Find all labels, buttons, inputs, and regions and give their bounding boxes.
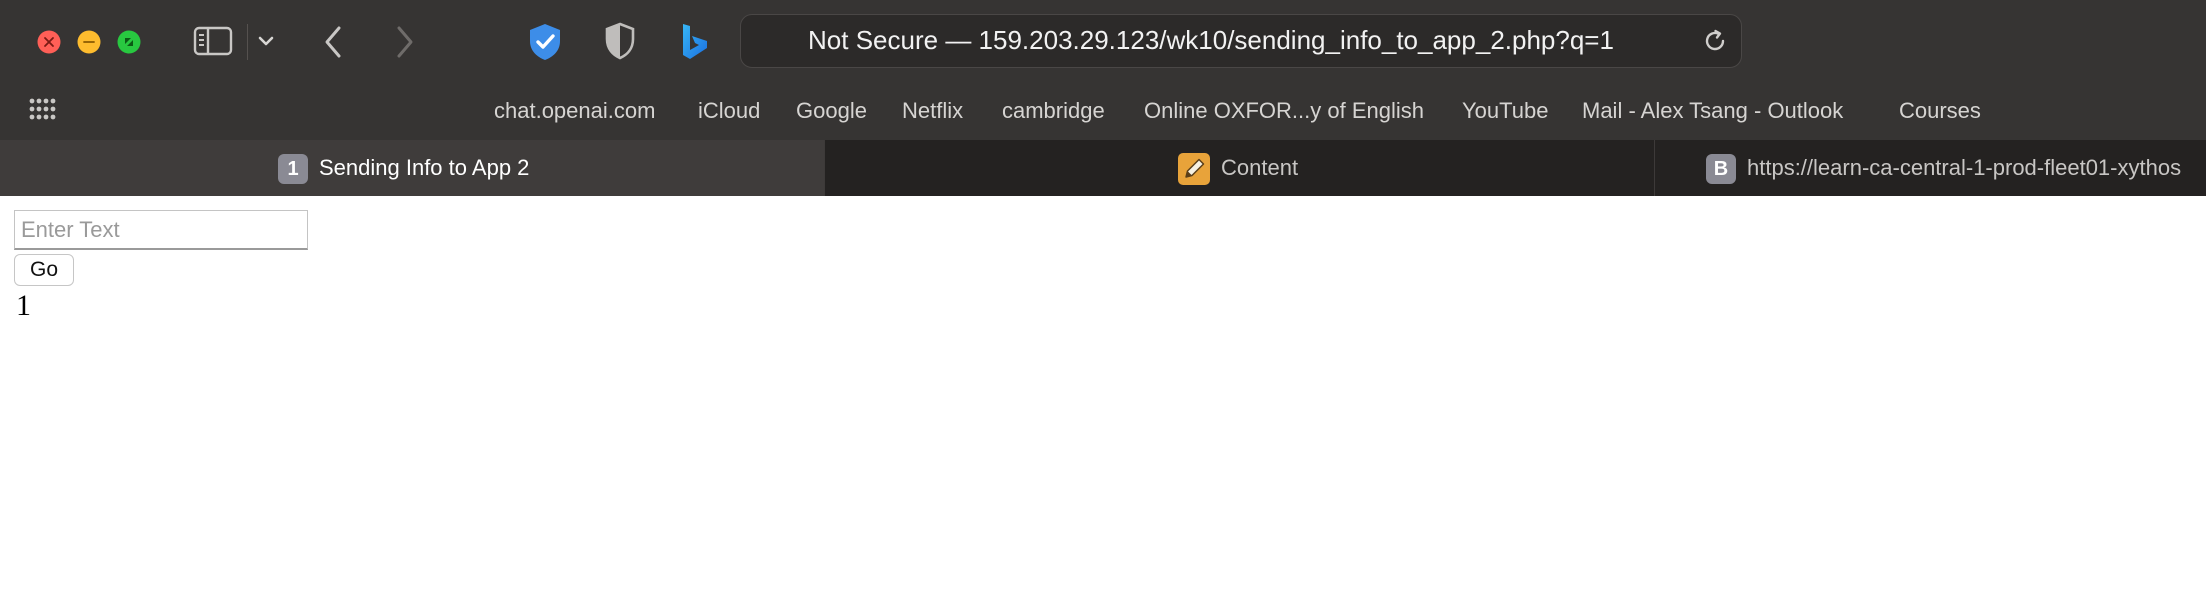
- chevron-down-icon[interactable]: [257, 32, 275, 50]
- page-content: Go 1: [0, 196, 2206, 606]
- bookmark-chatgpt[interactable]: chat.openai.com: [494, 96, 655, 126]
- zoom-icon[interactable]: [117, 30, 141, 54]
- tab-sending-info[interactable]: 1 Sending Info to App 2: [0, 140, 824, 196]
- bookmark-netflix[interactable]: Netflix: [902, 96, 963, 126]
- bookmark-mail-outlook[interactable]: Mail - Alex Tsang - Outlook: [1582, 96, 1843, 126]
- grid-icon[interactable]: [28, 97, 56, 126]
- reload-icon[interactable]: [1701, 27, 1729, 60]
- bookmark-youtube[interactable]: YouTube: [1462, 96, 1548, 126]
- tab-badge: B: [1706, 154, 1736, 184]
- browser-chrome: Not Secure — 159.203.29.123/wk10/sending…: [0, 0, 2206, 196]
- close-icon[interactable]: [37, 30, 61, 54]
- tab-divider: [247, 24, 248, 60]
- browser-toolbar: Not Secure — 159.203.29.123/wk10/sending…: [0, 0, 2206, 84]
- address-bar[interactable]: Not Secure — 159.203.29.123/wk10/sending…: [740, 14, 1742, 68]
- output-text: 1: [16, 289, 31, 322]
- tab-badge: 1: [278, 154, 308, 184]
- bookmark-courses[interactable]: Courses: [1899, 96, 1981, 126]
- forward-icon[interactable]: [393, 24, 417, 60]
- pencil-icon: [1178, 153, 1210, 185]
- tab-label: Sending Info to App 2: [319, 155, 530, 180]
- minimize-icon[interactable]: [77, 30, 101, 54]
- tab-label: Content: [1221, 155, 1299, 180]
- bookmark-oxford[interactable]: Online OXFOR...y of English: [1144, 96, 1424, 126]
- tab-label: https://learn-ca-central-1-prod-fleet01-…: [1747, 155, 2182, 180]
- url-text[interactable]: Not Secure — 159.203.29.123/wk10/sending…: [741, 15, 1681, 66]
- go-button[interactable]: Go: [14, 254, 74, 286]
- bing-icon[interactable]: [679, 22, 711, 62]
- sidebar-icon[interactable]: [193, 25, 233, 57]
- shield-check-icon[interactable]: [527, 22, 563, 62]
- tab-bar: 1 Sending Info to App 2 Content B https:…: [0, 140, 2206, 196]
- bookmark-cambridge[interactable]: cambridge: [1002, 96, 1105, 126]
- back-icon[interactable]: [321, 24, 345, 60]
- bookmark-google[interactable]: Google: [796, 96, 867, 126]
- tab-learn-url[interactable]: B https://learn-ca-central-1-prod-fleet0…: [1654, 140, 2206, 196]
- bookmark-icloud[interactable]: iCloud: [698, 96, 760, 126]
- text-input[interactable]: [14, 210, 308, 250]
- tab-content[interactable]: Content: [824, 140, 1654, 196]
- shield-half-icon[interactable]: [604, 22, 636, 60]
